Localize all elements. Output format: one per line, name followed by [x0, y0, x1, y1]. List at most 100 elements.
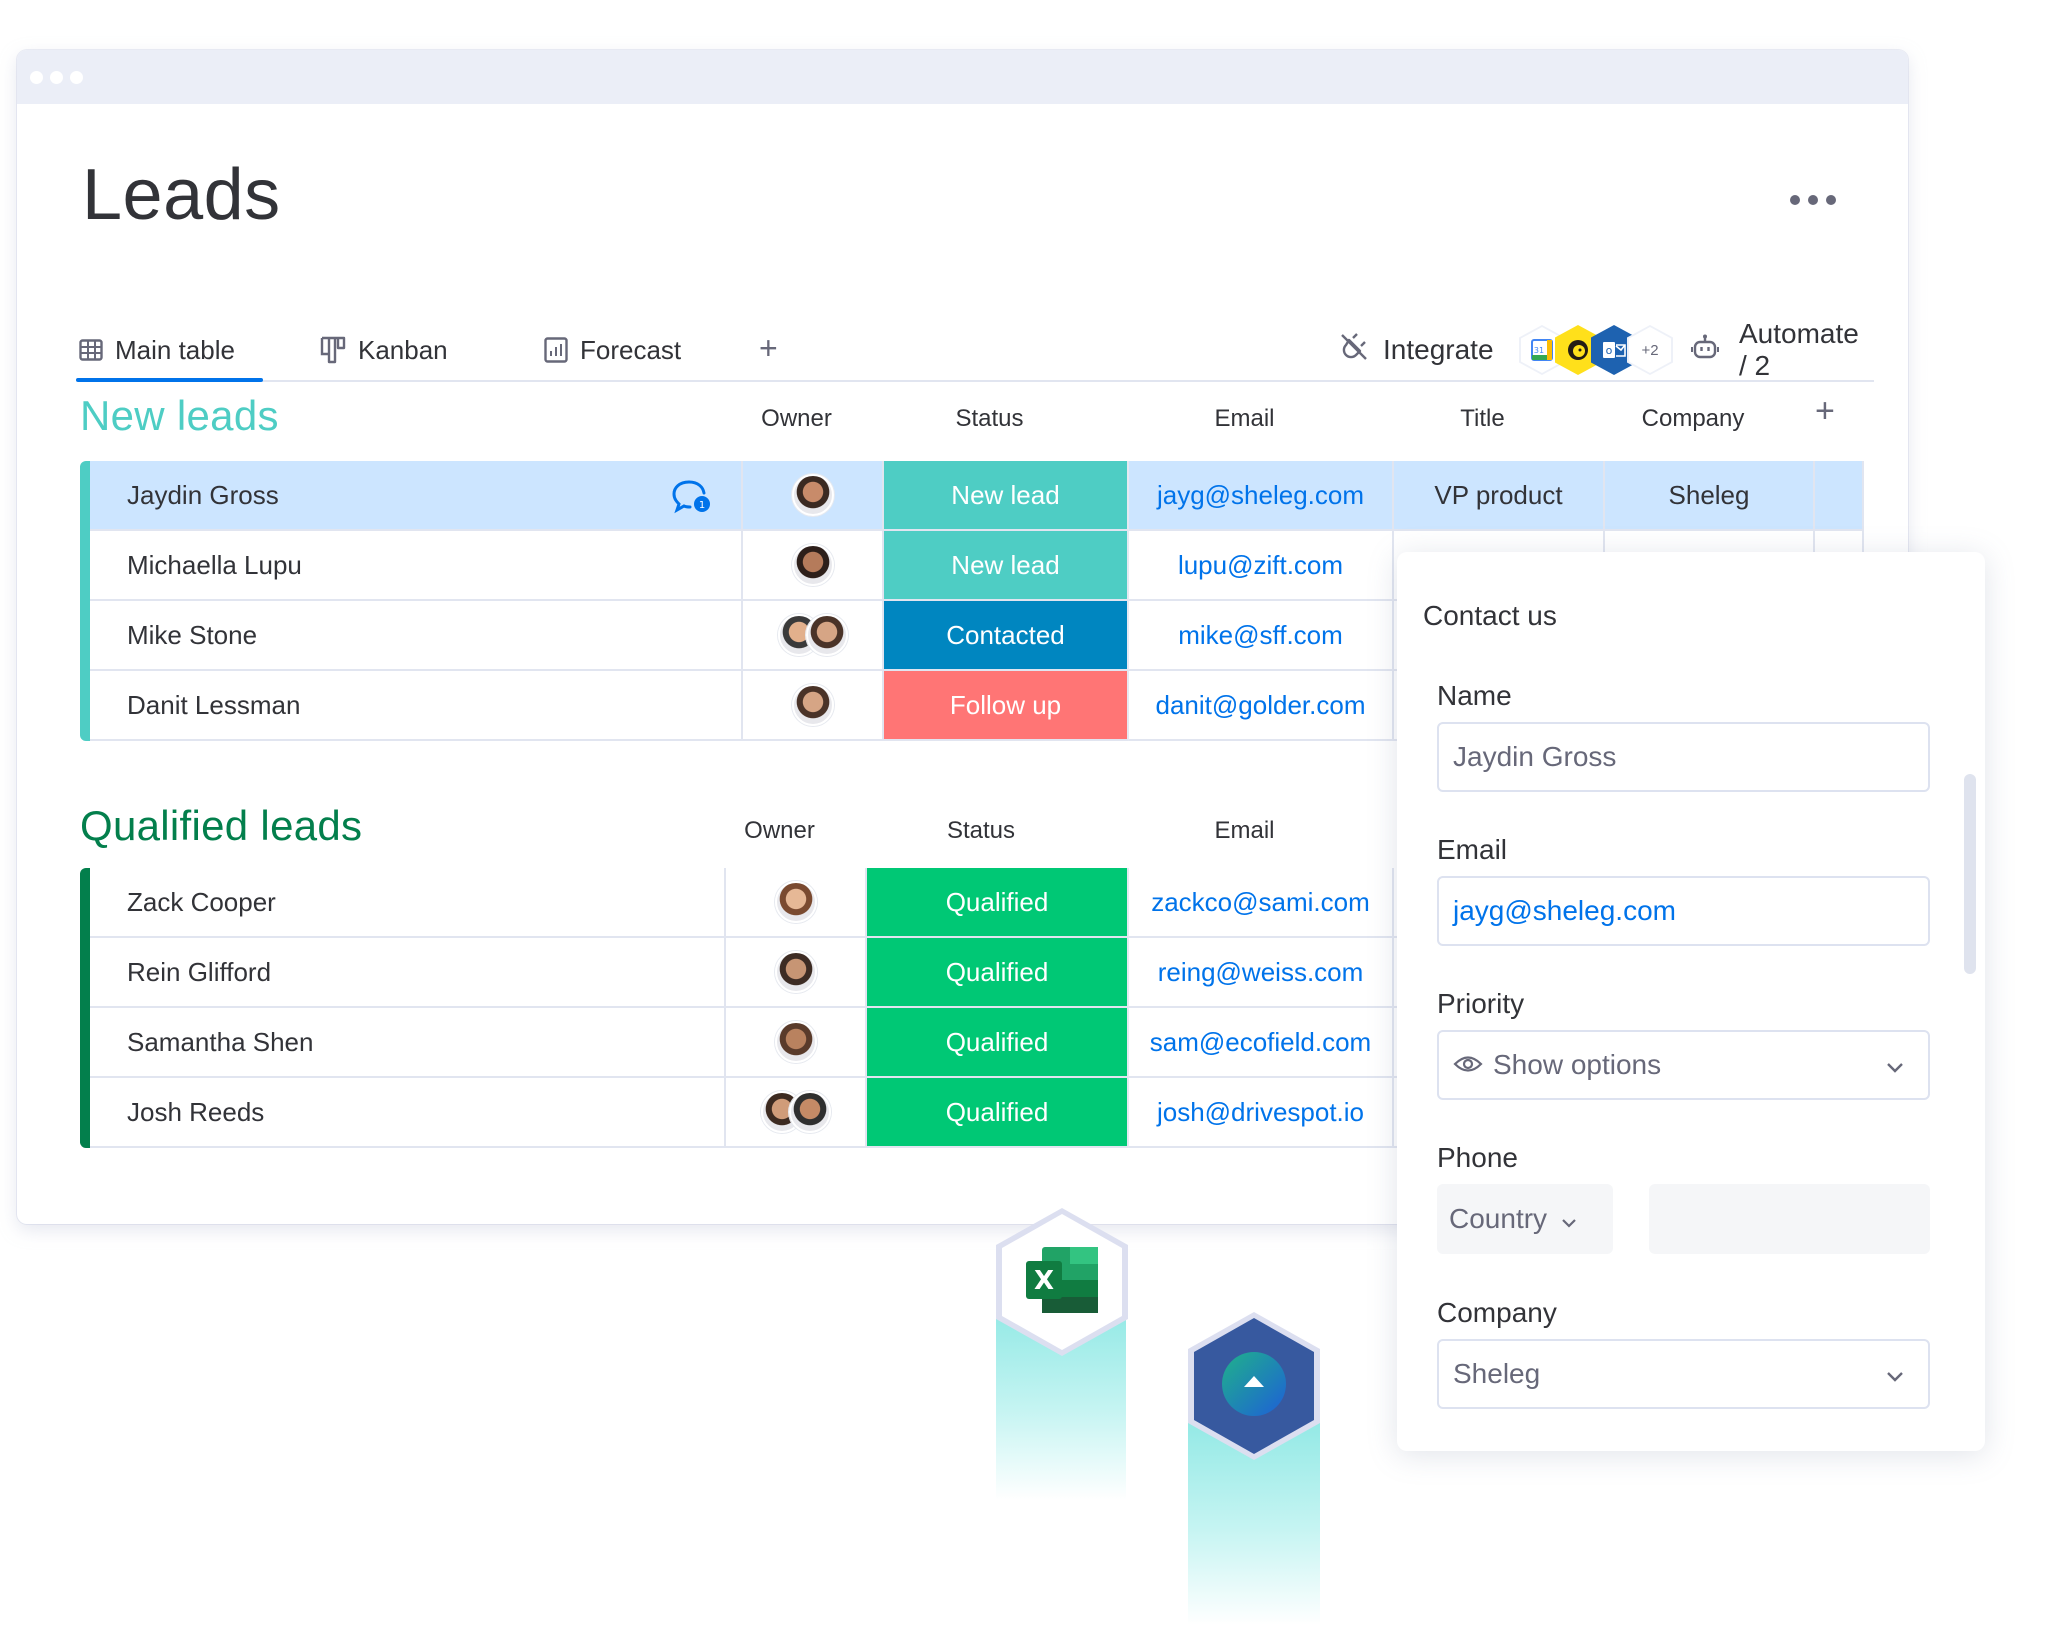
owner-cell[interactable]	[743, 531, 884, 601]
page-title: Leads	[82, 155, 281, 235]
table-row[interactable]: Jaydin Gross 1 New lead jayg@sheleg.com VP p…	[80, 461, 1864, 531]
group-title-qualified-leads[interactable]: Qualified leads	[80, 802, 362, 850]
email-cell[interactable]: jayg@sheleg.com	[1129, 461, 1394, 531]
automate-button[interactable]: Automate / 2	[1691, 318, 1874, 381]
table-row[interactable]: Zack Cooper Qualified zackco@sami.com	[80, 868, 1480, 938]
email-cell[interactable]: zackco@sami.com	[1129, 868, 1394, 938]
dot-icon	[1790, 195, 1800, 205]
owner-cell[interactable]	[743, 601, 884, 671]
owner-cell[interactable]	[726, 1078, 867, 1148]
owner-avatar[interactable]	[791, 544, 834, 586]
lead-name-cell[interactable]: Danit Lessman	[90, 671, 743, 741]
title-cell[interactable]: VP product	[1394, 461, 1605, 531]
owner-avatar[interactable]	[805, 614, 848, 656]
lead-name-cell[interactable]: Samantha Shen	[90, 1008, 726, 1078]
owner-avatar[interactable]	[791, 684, 834, 726]
email-cell[interactable]: lupu@zift.com	[1129, 531, 1394, 601]
owner-avatar[interactable]	[774, 951, 817, 993]
lead-name-cell[interactable]: Mike Stone	[90, 601, 743, 671]
email-field[interactable]: jayg@sheleg.com	[1437, 876, 1930, 946]
owner-avatars[interactable]	[791, 544, 834, 586]
email-cell[interactable]: mike@sff.com	[1129, 601, 1394, 671]
email-cell[interactable]: danit@golder.com	[1129, 671, 1394, 741]
owner-avatars[interactable]	[774, 951, 817, 993]
lead-name-cell-text: Danit Lessman	[127, 689, 301, 720]
lead-name-cell[interactable]: Michaella Lupu	[90, 531, 743, 601]
column-header-owner[interactable]: Owner	[726, 405, 867, 433]
tab-label: Kanban	[358, 334, 448, 365]
email-label: Email	[1437, 834, 1508, 865]
owner-avatar[interactable]	[791, 474, 834, 516]
owner-avatar[interactable]	[774, 1021, 817, 1063]
lead-name-cell-text: Zack Cooper	[127, 886, 276, 917]
integrations-stack[interactable]: 31 o +2	[1519, 325, 1673, 375]
column-header-status[interactable]: Status	[867, 405, 1112, 433]
integrate-button[interactable]: Integrate	[1339, 320, 1494, 380]
email-cell-text: lupu@zift.com	[1177, 549, 1344, 580]
updates-chat-icon[interactable]: 1	[671, 478, 713, 521]
email-cell[interactable]: sam@ecofield.com	[1129, 1008, 1394, 1078]
email-cell[interactable]: reing@weiss.com	[1129, 938, 1394, 1008]
status-cell[interactable]: New lead	[884, 531, 1129, 601]
company-cell[interactable]: Sheleg	[1605, 461, 1815, 531]
status-label: Qualified	[945, 1096, 1049, 1127]
empty-cell[interactable]	[1815, 461, 1864, 531]
phone-field[interactable]	[1649, 1184, 1930, 1254]
country-select[interactable]: Country	[1437, 1184, 1613, 1254]
tab-main-table[interactable]: Main table	[76, 320, 263, 382]
status-cell[interactable]: New lead	[884, 461, 1129, 531]
status-cell[interactable]: Qualified	[867, 1008, 1129, 1078]
priority-select[interactable]: Show options	[1437, 1030, 1930, 1100]
column-header-email[interactable]: Email	[1112, 405, 1377, 433]
phone-label: Phone	[1437, 1142, 1518, 1173]
owner-cell[interactable]	[743, 461, 884, 531]
tab-kanban[interactable]: Kanban	[320, 320, 448, 380]
column-header-owner[interactable]: Owner	[709, 817, 850, 845]
window-titlebar	[17, 50, 1908, 104]
owner-avatar[interactable]	[774, 881, 817, 923]
status-cell[interactable]: Contacted	[884, 601, 1129, 671]
column-header-status[interactable]: Status	[850, 817, 1112, 845]
email-cell[interactable]: josh@drivespot.io	[1129, 1078, 1394, 1148]
status-cell[interactable]: Qualified	[867, 938, 1129, 1008]
email-cell-text: josh@drivespot.io	[1156, 1096, 1365, 1127]
table-row[interactable]: Josh Reeds Qualified josh@drivespot.io	[80, 1078, 1480, 1148]
chevron-down-icon	[1561, 1203, 1577, 1235]
more-integrations-badge: +2	[1627, 325, 1673, 375]
status-cell[interactable]: Qualified	[867, 868, 1129, 938]
column-header-email[interactable]: Email	[1112, 817, 1377, 845]
tab-forecast[interactable]: Forecast	[544, 320, 681, 380]
status-cell[interactable]: Follow up	[884, 671, 1129, 741]
column-header-company[interactable]: Company	[1588, 405, 1798, 433]
add-column-button[interactable]: +	[1815, 392, 1835, 431]
dynamics-icon	[1220, 1350, 1288, 1423]
status-label: Qualified	[945, 886, 1049, 917]
lead-name-cell[interactable]: Zack Cooper	[90, 868, 726, 938]
form-scrollbar[interactable]	[1964, 774, 1976, 974]
lead-name-cell[interactable]: Jaydin Gross 1	[90, 461, 743, 531]
table-row[interactable]: Samantha Shen Qualified sam@ecofield.com	[80, 1008, 1480, 1078]
add-view-button[interactable]: +	[759, 330, 778, 367]
group-title-new-leads[interactable]: New leads	[80, 392, 279, 440]
status-cell[interactable]: Qualified	[867, 1078, 1129, 1148]
owner-cell[interactable]	[726, 868, 867, 938]
owner-cell[interactable]	[726, 938, 867, 1008]
column-header-title[interactable]: Title	[1377, 405, 1588, 433]
more-options-button[interactable]	[1790, 190, 1850, 210]
owner-avatars[interactable]	[777, 614, 848, 656]
lead-name-cell[interactable]: Josh Reeds	[90, 1078, 726, 1148]
table-row[interactable]: Rein Glifford Qualified reing@weiss.com	[80, 938, 1480, 1008]
name-field[interactable]: Jaydin Gross	[1437, 722, 1930, 792]
owner-avatars[interactable]	[791, 684, 834, 726]
owner-avatars[interactable]	[791, 474, 834, 516]
owner-avatars[interactable]	[774, 881, 817, 923]
owner-avatars[interactable]	[760, 1091, 831, 1133]
owner-avatars[interactable]	[774, 1021, 817, 1063]
eye-icon	[1453, 1049, 1483, 1081]
owner-cell[interactable]	[743, 671, 884, 741]
owner-cell[interactable]	[726, 1008, 867, 1078]
owner-avatar[interactable]	[788, 1091, 831, 1133]
lead-name-cell[interactable]: Rein Glifford	[90, 938, 726, 1008]
company-select[interactable]: Sheleg	[1437, 1339, 1930, 1409]
lead-name-cell-text: Jaydin Gross	[127, 479, 279, 510]
